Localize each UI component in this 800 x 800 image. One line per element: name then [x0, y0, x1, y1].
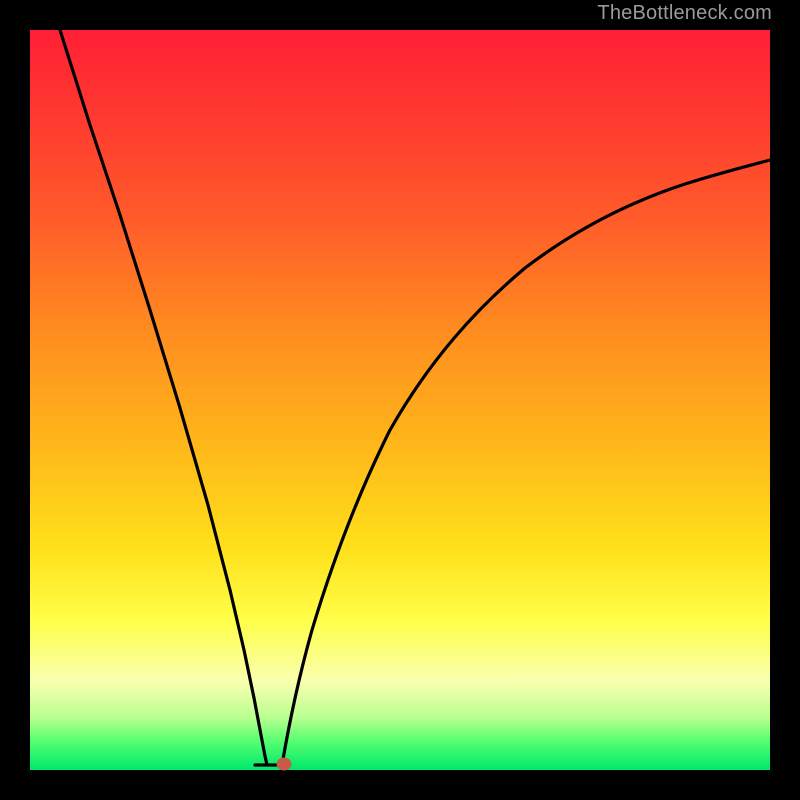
curve-left-branch	[60, 30, 267, 765]
plot-area	[30, 30, 770, 770]
watermark-text: TheBottleneck.com	[597, 2, 772, 25]
curve-right-branch	[282, 160, 770, 765]
minimum-marker	[277, 758, 291, 770]
bottleneck-curve	[30, 30, 770, 770]
chart-frame	[20, 20, 780, 780]
